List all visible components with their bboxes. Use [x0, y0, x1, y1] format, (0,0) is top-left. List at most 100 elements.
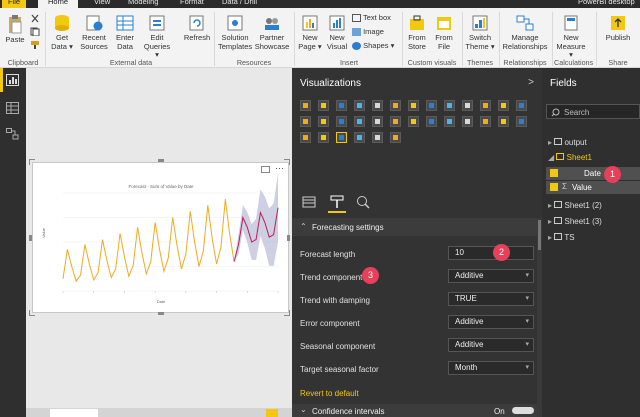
visual-type-icon[interactable] [516, 116, 527, 127]
visual-type-icon[interactable] [318, 100, 329, 111]
visual-type-icon[interactable] [336, 132, 347, 143]
resize-handle[interactable] [284, 159, 290, 165]
fields-well-icon[interactable] [302, 196, 316, 208]
dropdown-caret-icon: ▾ [525, 272, 529, 279]
visual-type-icon[interactable] [498, 116, 509, 127]
confidence-toggle[interactable] [512, 407, 534, 414]
resize-handle[interactable] [29, 159, 35, 165]
visual-type-icon[interactable] [408, 116, 419, 127]
resize-handle[interactable] [29, 235, 32, 241]
format-painter-icon[interactable] [30, 40, 40, 49]
checkbox-checked-icon[interactable] [550, 169, 558, 177]
tab-home[interactable]: Home [38, 0, 79, 8]
refresh-button[interactable]: Refresh [182, 14, 212, 43]
visual-type-icon[interactable] [318, 132, 329, 143]
tab-modeling[interactable]: Modeling [128, 0, 158, 8]
visual-type-icon[interactable] [372, 116, 383, 127]
table-sheet1-3[interactable]: ▸ Sheet1 (3) [548, 217, 602, 226]
visual-type-icon[interactable] [444, 116, 455, 127]
paint-roller-icon[interactable] [330, 195, 344, 209]
visual-type-icon[interactable] [480, 100, 491, 111]
enter-data-button[interactable]: Enter Data [114, 14, 136, 51]
model-view-icon[interactable] [6, 128, 19, 140]
get-data-button[interactable]: Get Data ▾ [50, 14, 74, 51]
forecasting-settings-header[interactable]: ⌃ Forecasting settings [292, 218, 542, 236]
error-component-select[interactable]: Additive ▾ [448, 315, 534, 329]
visual-type-icon[interactable] [408, 100, 419, 111]
page-tab[interactable] [50, 409, 98, 417]
table-ts[interactable]: ▸ TS [548, 233, 575, 242]
visual-type-icon[interactable] [462, 116, 473, 127]
text-box-button[interactable]: Text box [352, 13, 391, 23]
data-view-icon[interactable] [6, 102, 19, 114]
image-button[interactable]: Image [352, 27, 384, 37]
visual-type-icon[interactable] [354, 100, 365, 111]
tab-file[interactable]: File [2, 0, 27, 8]
visual-type-icon[interactable] [372, 132, 383, 143]
visual-type-icon[interactable] [426, 100, 437, 111]
visual-type-icon[interactable] [354, 116, 365, 127]
tab-view[interactable]: View [94, 0, 110, 8]
seasonal-component-select[interactable]: Additive ▾ [448, 338, 534, 352]
trend-damping-select[interactable]: TRUE ▾ [448, 292, 534, 306]
resize-handle[interactable] [287, 235, 290, 241]
series-line-value [62, 199, 235, 283]
visual-type-icon[interactable] [480, 116, 491, 127]
visual-type-icon[interactable] [300, 132, 311, 143]
visual-type-icon[interactable] [300, 100, 311, 111]
visual-type-icon[interactable] [336, 116, 347, 127]
fields-search-input[interactable]: Search [546, 104, 640, 119]
partner-showcase-button[interactable]: Partner Showcase [254, 14, 290, 51]
switch-theme-button[interactable]: Switch Theme ▾ [464, 14, 496, 51]
visual-type-icon[interactable] [354, 132, 365, 143]
visual-type-icon[interactable] [444, 100, 455, 111]
visual-type-icon[interactable] [336, 100, 347, 111]
from-file-button[interactable]: From File [432, 14, 456, 51]
tab-format[interactable]: Format [180, 0, 204, 8]
cut-icon[interactable] [30, 14, 40, 23]
visual-type-icon[interactable] [516, 100, 527, 111]
field-date[interactable]: Date [546, 167, 640, 180]
chevron-right-icon[interactable]: > [528, 77, 534, 88]
publish-button[interactable]: Publish [602, 14, 634, 43]
visual-type-icon[interactable] [462, 100, 473, 111]
copy-icon[interactable] [30, 27, 40, 36]
analytics-icon[interactable] [356, 195, 370, 209]
table-sheet1-2[interactable]: ▸ Sheet1 (2) [548, 201, 602, 210]
field-value[interactable]: Σ Value [546, 181, 640, 194]
forecast-length-input[interactable]: 10 [448, 246, 534, 260]
edit-queries-button[interactable]: Edit Queries ▾ [142, 14, 172, 60]
new-measure-button[interactable]: New Measure ▾ [556, 14, 586, 60]
new-page-button[interactable]: New Page ▾ [298, 14, 322, 51]
visual-type-icon[interactable] [318, 116, 329, 127]
table-output[interactable]: ▸ output [548, 138, 587, 147]
table-sheet1[interactable]: ◢ Sheet1 [548, 153, 592, 162]
shapes-button[interactable]: Shapes ▾ [352, 41, 394, 51]
manage-relationships-button[interactable]: Manage Relationships [502, 14, 548, 51]
solution-templates-button[interactable]: Solution Templates [218, 14, 252, 51]
revert-to-default-link[interactable]: Revert to default [300, 389, 359, 398]
visual-type-icon[interactable] [498, 100, 509, 111]
resize-handle[interactable] [158, 312, 164, 315]
recent-sources-button[interactable]: Recent Sources [78, 14, 110, 51]
tab-data-drill[interactable]: Data / Drill [222, 0, 257, 8]
visual-type-icon[interactable] [390, 100, 401, 111]
forecast-line-chart[interactable]: ⋯ Forecast - Sum of Value by Date Value … [32, 162, 289, 313]
resize-handle[interactable] [284, 310, 290, 316]
target-seasonal-select[interactable]: Month ▾ [448, 361, 534, 375]
resize-handle[interactable] [29, 310, 35, 316]
resize-handle[interactable] [158, 159, 164, 162]
visual-type-icon[interactable] [390, 116, 401, 127]
confidence-intervals-header[interactable]: ⌄ Confidence intervals On [292, 404, 542, 417]
report-view-icon[interactable] [6, 74, 19, 86]
trend-component-select[interactable]: Additive ▾ [448, 269, 534, 283]
from-store-button[interactable]: From Store [405, 14, 429, 51]
visual-type-icon[interactable] [390, 132, 401, 143]
paste-button[interactable]: Paste [4, 14, 26, 45]
checkbox-checked-icon[interactable] [550, 183, 558, 191]
add-page-button[interactable] [266, 409, 278, 417]
visual-type-icon[interactable] [426, 116, 437, 127]
visual-type-icon[interactable] [300, 116, 311, 127]
new-visual-button[interactable]: New Visual [326, 14, 348, 51]
visual-type-icon[interactable] [372, 100, 383, 111]
